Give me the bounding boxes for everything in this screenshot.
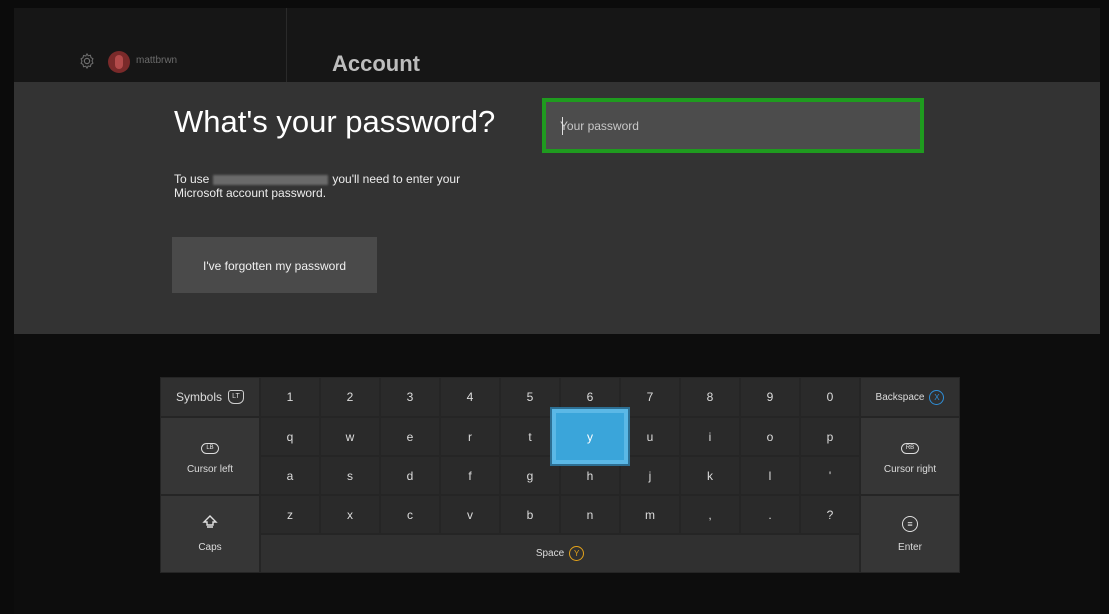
lb-bumper-icon: LB bbox=[201, 443, 219, 454]
key-?[interactable]: ? bbox=[800, 495, 860, 534]
key-j[interactable]: j bbox=[620, 456, 680, 495]
gear-icon[interactable] bbox=[78, 52, 96, 70]
caps-key[interactable]: Caps bbox=[160, 495, 260, 573]
key-b[interactable]: b bbox=[500, 495, 560, 534]
caps-arrow-icon bbox=[202, 515, 218, 532]
lt-trigger-icon: LT bbox=[228, 390, 244, 404]
key-x[interactable]: x bbox=[320, 495, 380, 534]
key-t[interactable]: t bbox=[500, 417, 560, 456]
key-c[interactable]: c bbox=[380, 495, 440, 534]
key-8[interactable]: 8 bbox=[680, 377, 740, 417]
key-,[interactable]: , bbox=[680, 495, 740, 534]
key-3[interactable]: 3 bbox=[380, 377, 440, 417]
key-.[interactable]: . bbox=[740, 495, 800, 534]
key-m[interactable]: m bbox=[620, 495, 680, 534]
redacted-email bbox=[213, 174, 329, 185]
key-w[interactable]: w bbox=[320, 417, 380, 456]
key-n[interactable]: n bbox=[560, 495, 620, 534]
key-z[interactable]: z bbox=[260, 495, 320, 534]
key-d[interactable]: d bbox=[380, 456, 440, 495]
cursor-left-label: Cursor left bbox=[186, 464, 234, 475]
x-button-icon: X bbox=[929, 389, 945, 405]
space-key[interactable]: Space Y bbox=[260, 534, 860, 573]
enter-label: Enter bbox=[898, 542, 922, 553]
key-i[interactable]: i bbox=[680, 417, 740, 456]
page-title: Account bbox=[332, 51, 420, 76]
backspace-label: Backspace bbox=[875, 391, 925, 403]
caps-label: Caps bbox=[198, 542, 222, 553]
symbols-key[interactable]: Symbols LT bbox=[160, 377, 260, 417]
cursor-left-key[interactable]: LB Cursor left bbox=[160, 417, 260, 495]
top-bar: mattbrwn Account bbox=[14, 8, 1100, 82]
key-a[interactable]: a bbox=[260, 456, 320, 495]
key-0[interactable]: 0 bbox=[800, 377, 860, 417]
password-panel: What's your password? To use you'll need … bbox=[14, 82, 1100, 334]
cursor-right-label: Cursor right bbox=[883, 464, 937, 475]
key-e[interactable]: e bbox=[380, 417, 440, 456]
key-q[interactable]: q bbox=[260, 417, 320, 456]
key-9[interactable]: 9 bbox=[740, 377, 800, 417]
key-g[interactable]: g bbox=[500, 456, 560, 495]
symbols-label: Symbols bbox=[175, 390, 222, 404]
key-4[interactable]: 4 bbox=[440, 377, 500, 417]
text-caret bbox=[562, 117, 563, 135]
on-screen-keyboard: Symbols LT LB Cursor left Caps Backspace… bbox=[160, 377, 960, 573]
backspace-key[interactable]: Backspace X bbox=[860, 377, 960, 417]
key-r[interactable]: r bbox=[440, 417, 500, 456]
key-p[interactable]: p bbox=[800, 417, 860, 456]
desc-line2: Microsoft account password. bbox=[174, 186, 327, 200]
key-f[interactable]: f bbox=[440, 456, 500, 495]
desc-before: To use bbox=[174, 172, 210, 186]
key-v[interactable]: v bbox=[440, 495, 500, 534]
menu-button-icon: ≡ bbox=[902, 516, 918, 532]
key-y[interactable]: y bbox=[552, 409, 628, 464]
key-o[interactable]: o bbox=[740, 417, 800, 456]
key-u[interactable]: u bbox=[620, 417, 680, 456]
enter-key[interactable]: ≡ Enter bbox=[860, 495, 960, 573]
password-input[interactable] bbox=[546, 102, 920, 149]
header-divider bbox=[286, 8, 287, 82]
key-2[interactable]: 2 bbox=[320, 377, 380, 417]
rb-bumper-icon: RB bbox=[901, 443, 919, 454]
key-s[interactable]: s bbox=[320, 456, 380, 495]
password-description: To use you'll need to enter your Microsof… bbox=[174, 172, 534, 200]
key-5[interactable]: 5 bbox=[500, 377, 560, 417]
y-button-icon: Y bbox=[569, 546, 585, 561]
cursor-right-key[interactable]: RB Cursor right bbox=[860, 417, 960, 495]
key-l[interactable]: l bbox=[740, 456, 800, 495]
key-7[interactable]: 7 bbox=[620, 377, 680, 417]
xbox-screen: mattbrwn Account What's your password? T… bbox=[14, 8, 1100, 614]
gamertag: mattbrwn bbox=[136, 55, 178, 66]
password-field-frame bbox=[542, 98, 924, 153]
desc-after: you'll need to enter your bbox=[332, 172, 461, 186]
space-label: Space bbox=[535, 548, 565, 559]
password-heading: What's your password? bbox=[174, 104, 496, 139]
key-1[interactable]: 1 bbox=[260, 377, 320, 417]
forgot-password-button[interactable]: I've forgotten my password bbox=[172, 237, 377, 293]
key-'[interactable]: ' bbox=[800, 456, 860, 495]
key-k[interactable]: k bbox=[680, 456, 740, 495]
avatar[interactable] bbox=[108, 51, 130, 73]
